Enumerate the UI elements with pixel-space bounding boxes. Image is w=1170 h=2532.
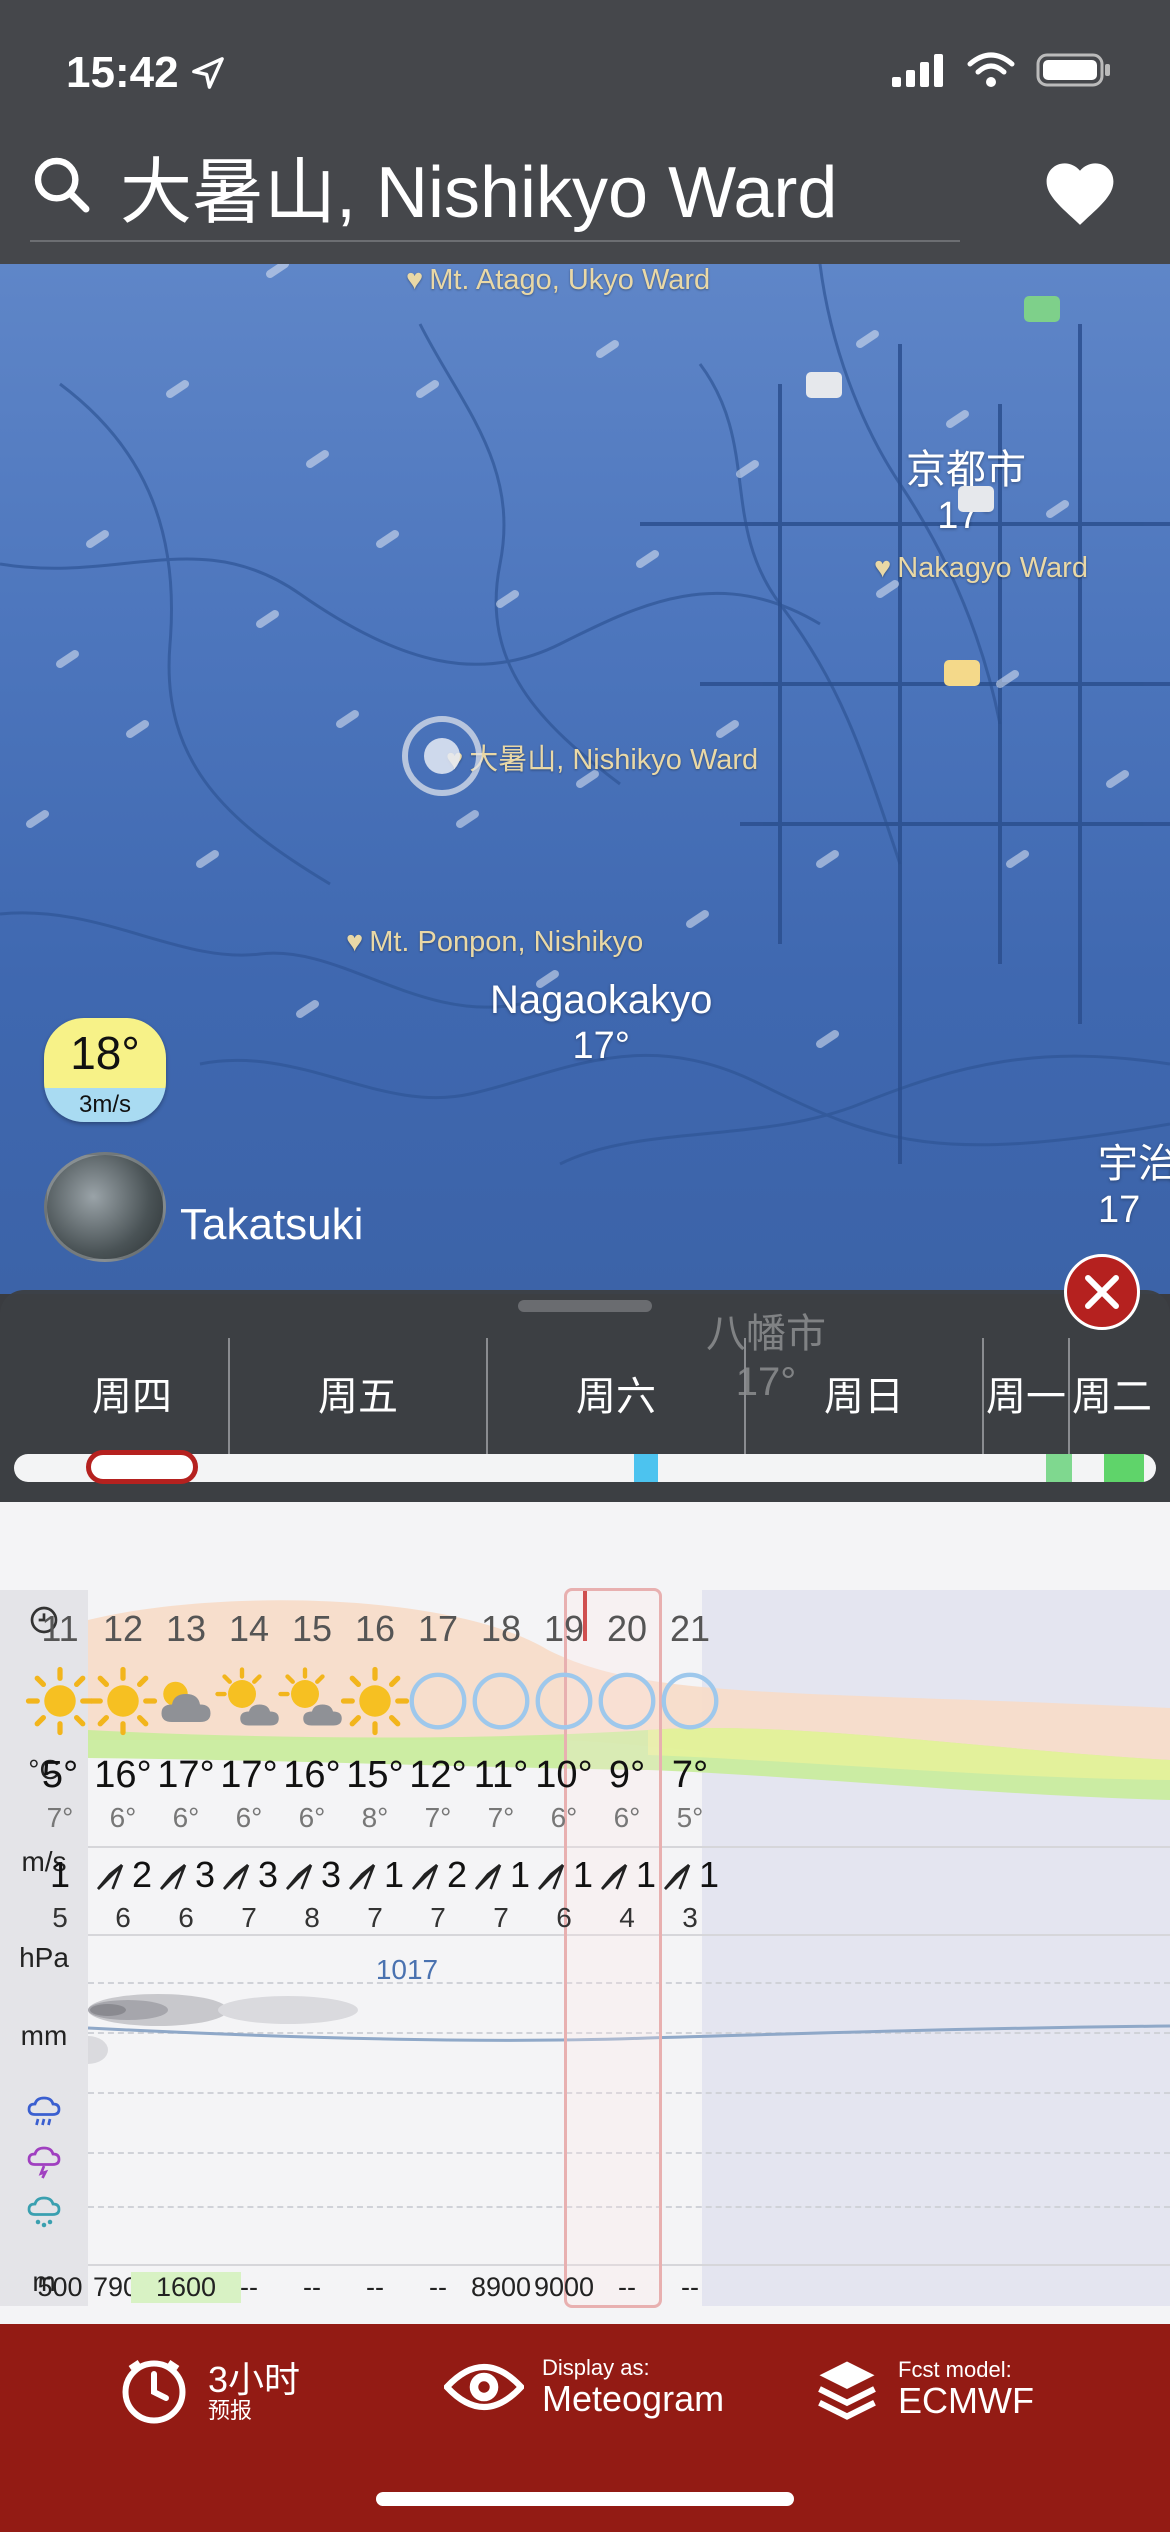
precip-marker: [634, 1454, 658, 1482]
home-indicator[interactable]: [376, 2492, 794, 2506]
map-label-ponpon[interactable]: ♥ Mt. Ponpon, Nishikyo: [346, 926, 643, 959]
display-mode-label: Display as:: [542, 2355, 650, 2380]
map-label-nakagyo[interactable]: ♥ Nakagyo Ward: [874, 552, 1088, 585]
sun-icon: [340, 1666, 410, 1736]
forecast-model-value: ECMWF: [898, 2380, 1034, 2422]
wind-direction-icon: [283, 1854, 321, 1895]
city-nagaokakyo[interactable]: Nagaokakyo 17°: [490, 976, 712, 1070]
partly-cloudy-icon: [277, 1666, 347, 1736]
partly-cloudy-icon: [214, 1666, 284, 1736]
search-bar[interactable]: 大暑山, Nishikyo Ward: [30, 130, 960, 242]
clear-night-icon: [529, 1666, 599, 1736]
signal-icon: [892, 54, 943, 87]
map-label-atago[interactable]: ♥ Mt. Atago, Ukyo Ward: [406, 264, 710, 297]
city-uji[interactable]: 宇治 17: [1098, 1140, 1170, 1234]
favorite-button[interactable]: [1030, 148, 1130, 238]
display-mode-value: Meteogram: [542, 2378, 725, 2420]
wind-value: 1: [645, 1854, 735, 1896]
forecast-model-label: Fcst model:: [898, 2357, 1012, 2382]
webcam-label: Takatsuki: [180, 1200, 364, 1249]
tab-day-sat[interactable]: 周六: [488, 1338, 746, 1456]
rain-icon: [27, 2096, 61, 2126]
wind-direction-icon: [472, 1854, 510, 1895]
wind-direction-icon: [598, 1854, 636, 1895]
forecast-interval-button[interactable]: 3小时 预报: [118, 2356, 300, 2428]
gust-value: 3: [682, 1902, 698, 1933]
sun-icon: [25, 1666, 95, 1736]
webcam-thumbnail[interactable]: [44, 1152, 166, 1262]
map-terrain: [0, 264, 1170, 1166]
heart-icon: [1046, 163, 1114, 225]
status-time-area: 15:42: [66, 48, 225, 98]
bottom-bar: 3小时 预报 Display as: Meteogram Fcst model:…: [0, 2324, 1170, 2532]
precip-marker: [1104, 1454, 1144, 1482]
precip-marker: [1046, 1454, 1072, 1482]
visibility-value: --: [681, 2272, 699, 2302]
map[interactable]: ♥ Mt. Atago, Ukyo Ward ♥ Nakagyo Ward ♥ 大暑山…: [0, 264, 1170, 1294]
clear-night-icon: [466, 1666, 536, 1736]
sun-icon: [88, 1666, 158, 1736]
clear-night-icon: [655, 1666, 725, 1736]
layers-icon: [818, 2361, 876, 2420]
thunder-icon: [27, 2146, 61, 2179]
app: 15:42 大暑山, Nishikyo Ward ♥ Mt. Atago, Uk…: [0, 0, 1170, 2532]
wind-direction-icon: [409, 1854, 447, 1895]
temp-value: 7°: [671, 1754, 709, 1796]
battery-icon: [1036, 53, 1110, 87]
tab-day-fri[interactable]: 周五: [230, 1338, 488, 1456]
location-title: 大暑山, Nishikyo Ward: [120, 152, 838, 233]
heart-icon: ♥: [406, 264, 424, 296]
tab-day-sun[interactable]: 周日: [746, 1338, 984, 1456]
status-time: 15:42: [66, 48, 179, 97]
wind-direction-icon: [346, 1854, 384, 1895]
status-icons: [890, 52, 1112, 88]
clear-night-icon: [592, 1666, 662, 1736]
wind-direction-icon: [94, 1854, 132, 1895]
forecast-model-button[interactable]: Fcst model: ECMWF: [814, 2356, 1034, 2422]
clock-icon: [122, 2360, 186, 2424]
search-icon: [34, 157, 90, 213]
wind-direction-icon: [220, 1854, 258, 1895]
webcam-icon[interactable]: [958, 486, 994, 512]
heart-icon: ♥: [346, 926, 364, 958]
clear-night-icon: [403, 1666, 473, 1736]
wind-direction-icon: [661, 1854, 699, 1895]
temp-low-value: 5°: [676, 1802, 704, 1833]
webcam-icon[interactable]: [944, 660, 980, 686]
display-mode-button[interactable]: Display as: Meteogram: [444, 2355, 725, 2420]
header: 15:42 大暑山, Nishikyo Ward: [0, 0, 1170, 264]
wind-speed: 1: [698, 1854, 720, 1895]
snow-icon: [27, 2196, 61, 2228]
eye-icon: [444, 2363, 524, 2411]
tab-day-tue[interactable]: 周二: [1070, 1338, 1154, 1456]
forecast-interval-value: 3小时: [208, 2359, 301, 2400]
hour-label: 21: [669, 1608, 711, 1649]
meteogram[interactable]: °C m/s hPa mm m 1017 11 5° 7° 1 5 500 12…: [0, 1502, 1170, 2324]
forecast-interval-label: 预报: [208, 2397, 253, 2423]
day-selector-panel: 八幡市 17° 周四 周五 周六 周日 周一 周二: [0, 1290, 1170, 1502]
wifi-icon: [967, 52, 1015, 87]
wind-speed: 1: [49, 1854, 71, 1895]
tab-day-mon[interactable]: 周一: [984, 1338, 1070, 1456]
pressure-unit-label: hPa: [19, 1942, 69, 1973]
heart-icon: ♥: [874, 552, 892, 584]
webcam-icon[interactable]: [1024, 296, 1060, 322]
timeline-cursor[interactable]: [86, 1450, 198, 1484]
map-label-current[interactable]: ♥ 大暑山, Nishikyo Ward: [446, 736, 758, 778]
close-icon: [1085, 1275, 1119, 1309]
precip-unit-label: mm: [20, 2020, 68, 2051]
location-arrow-icon: [191, 57, 224, 89]
close-button[interactable]: [1064, 1254, 1140, 1330]
wind-direction-icon: [535, 1854, 573, 1895]
pressure-value: 1017: [375, 1954, 439, 1985]
wind-direction-icon: [157, 1854, 195, 1895]
webcam-icon[interactable]: [806, 372, 842, 398]
tab-day-thu[interactable]: 周四: [36, 1338, 230, 1456]
current-location-marker[interactable]: [402, 716, 482, 796]
drag-handle[interactable]: [518, 1300, 652, 1312]
cloudy-sun-icon: [151, 1666, 221, 1736]
temperature-bubble[interactable]: 18° 3m/s: [44, 1018, 166, 1122]
